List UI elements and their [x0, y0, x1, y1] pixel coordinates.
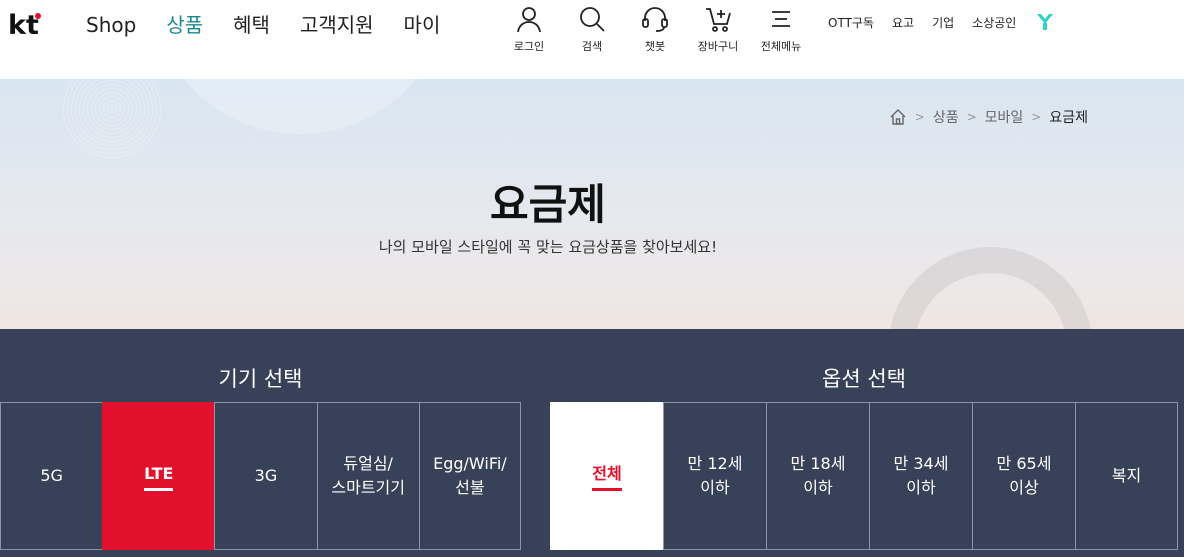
hero-banner: > 상품 > 모바일 > 요금제 요금제 나의 모바일 스타일에 꼭 맞는 요금… — [0, 79, 1184, 329]
option-tab-label: 복지 — [1111, 466, 1142, 485]
home-icon[interactable] — [889, 108, 907, 126]
option-tab-under-34[interactable]: 만 34세 이하 — [869, 402, 972, 550]
search-icon — [580, 7, 605, 32]
all-menu-button[interactable]: 전체메뉴 — [750, 4, 812, 54]
device-tab-5g[interactable]: 5G — [0, 402, 103, 550]
main-nav: Shop 상품 혜택 고객지원 마이 — [86, 12, 470, 38]
device-tab-label: 3G — [254, 466, 278, 485]
link-small-business[interactable]: 소상공인 — [972, 14, 1016, 31]
option-tab-label: 만 18세 이하 — [790, 454, 846, 497]
svg-text:kt: kt — [8, 10, 39, 38]
chatbot-button[interactable]: 챗봇 — [624, 4, 686, 54]
decor-ring — [888, 247, 1093, 329]
breadcrumb: > 상품 > 모바일 > 요금제 — [889, 107, 1088, 127]
page-title: 요금제 — [490, 180, 606, 229]
kt-logo[interactable]: kt — [8, 10, 42, 38]
link-ott[interactable]: OTT구독 — [828, 14, 874, 31]
link-business[interactable]: 기업 — [932, 14, 954, 31]
headset-icon — [642, 7, 668, 32]
search-button[interactable]: 검색 — [561, 4, 623, 54]
device-tab-label: LTE — [144, 462, 174, 491]
sub-links: OTT구독 요고 기업 소상공인 — [828, 13, 1054, 31]
nav-products[interactable]: 상품 — [166, 12, 203, 38]
device-tab-label: 5G — [40, 466, 63, 485]
plan-filter-panel: 기기 선택 5G LTE 3G 듀얼심/ 스마트기기 Egg/WiFi/ 선불 … — [0, 329, 1184, 557]
option-tab-under-12[interactable]: 만 12세 이하 — [663, 402, 766, 550]
header: kt Shop 상품 혜택 고객지원 마이 로그인 검색 챗봇 장바구니 전체메… — [0, 0, 1184, 79]
link-yogo[interactable]: 요고 — [892, 14, 914, 31]
login-label: 로그인 — [513, 40, 545, 53]
device-select-title: 기기 선택 — [218, 367, 303, 391]
menu-icon — [772, 11, 790, 27]
option-tabs: 전체 만 12세 이하 만 18세 이하 만 34세 이하 만 65세 이상 복… — [550, 402, 1178, 550]
option-tab-under-18[interactable]: 만 18세 이하 — [766, 402, 869, 550]
option-tab-all[interactable]: 전체 — [550, 402, 663, 550]
decor-dots — [62, 79, 162, 159]
option-tab-label: 전체 — [592, 462, 622, 491]
breadcrumb-mobile[interactable]: 모바일 — [985, 107, 1024, 127]
nav-benefits[interactable]: 혜택 — [233, 12, 270, 38]
cart-icon — [706, 8, 731, 32]
nav-shop[interactable]: Shop — [86, 12, 136, 38]
breadcrumb-products[interactable]: 상품 — [933, 107, 959, 127]
utility-menu: 로그인 검색 챗봇 장바구니 전체메뉴 — [498, 4, 813, 54]
device-tab-3g[interactable]: 3G — [214, 402, 317, 550]
user-icon — [517, 7, 541, 33]
option-tab-label: 만 65세 이상 — [996, 454, 1052, 497]
decor-shape — [150, 79, 450, 134]
option-tab-welfare[interactable]: 복지 — [1075, 402, 1178, 550]
cart-label: 장바구니 — [697, 40, 739, 53]
nav-support[interactable]: 고객지원 — [300, 12, 374, 38]
option-tab-over-65[interactable]: 만 65세 이상 — [972, 402, 1075, 550]
login-button[interactable]: 로그인 — [498, 4, 560, 54]
y-brand-icon[interactable] — [1036, 13, 1054, 31]
device-tab-label: 듀얼심/ 스마트기기 — [331, 454, 405, 497]
cart-button[interactable]: 장바구니 — [687, 4, 749, 54]
option-select-title: 옵션 선택 — [822, 367, 906, 391]
device-tab-dualsim[interactable]: 듀얼심/ 스마트기기 — [316, 402, 419, 550]
chevron-right-icon: > — [1031, 110, 1042, 124]
chevron-right-icon: > — [966, 110, 977, 124]
search-label: 검색 — [581, 40, 603, 53]
device-tabs: 5G LTE 3G 듀얼심/ 스마트기기 Egg/WiFi/ 선불 — [0, 402, 522, 550]
option-tab-label: 만 34세 이하 — [893, 454, 949, 497]
option-tab-label: 만 12세 이하 — [687, 454, 743, 497]
device-tab-egg-wifi[interactable]: Egg/WiFi/ 선불 — [418, 402, 522, 550]
page-subtitle: 나의 모바일 스타일에 꼭 맞는 요금상품을 찾아보세요! — [378, 238, 718, 256]
device-tab-label: Egg/WiFi/ 선불 — [433, 454, 507, 497]
nav-my[interactable]: 마이 — [404, 12, 441, 38]
device-tab-lte[interactable]: LTE — [102, 402, 215, 550]
all-menu-label: 전체메뉴 — [760, 40, 802, 53]
chatbot-label: 챗봇 — [644, 40, 666, 53]
chevron-right-icon: > — [914, 110, 925, 124]
breadcrumb-current: 요금제 — [1049, 110, 1088, 126]
